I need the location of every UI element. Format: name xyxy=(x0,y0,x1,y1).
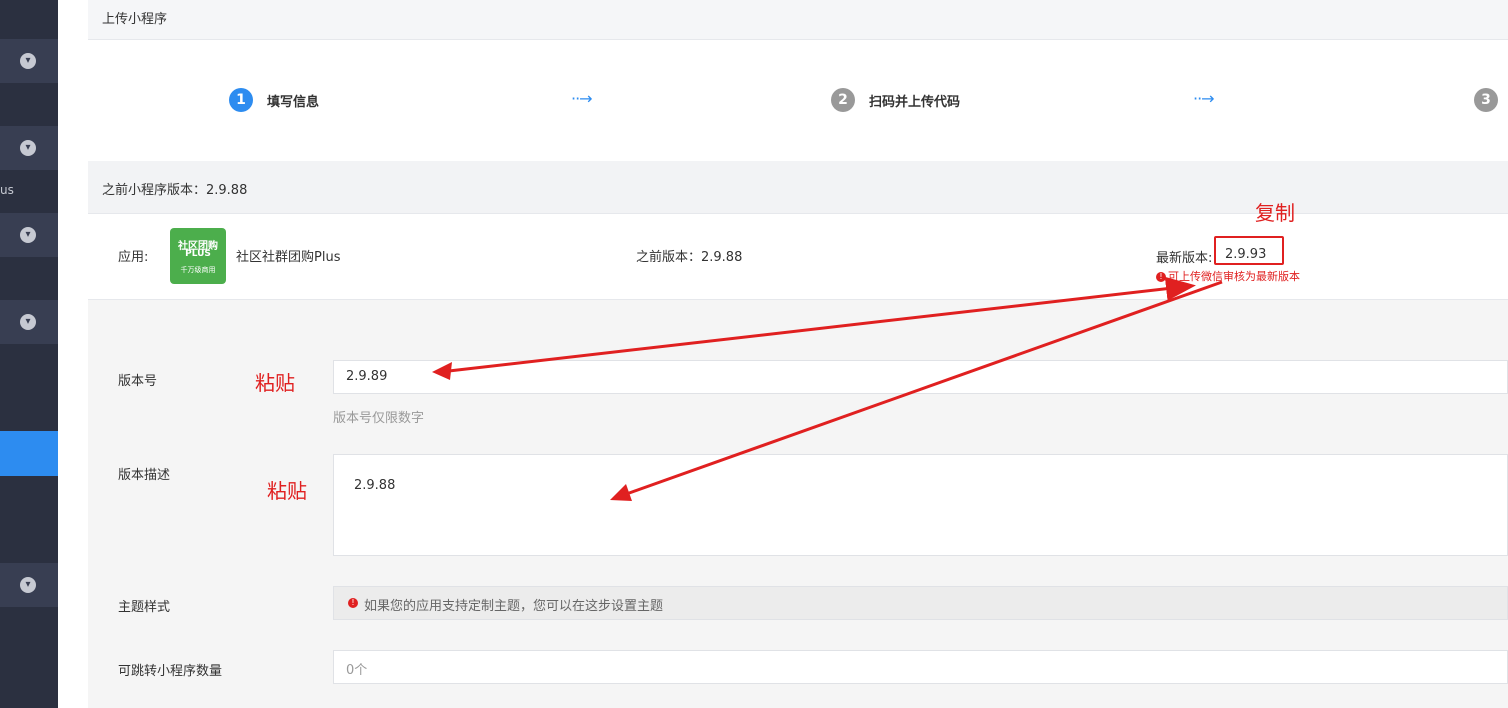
chevron-down-icon[interactable]: ▾ xyxy=(20,227,36,243)
latest-version-label: 最新版本: xyxy=(1156,251,1213,266)
upload-form: 版本号 2.9.89 版本号仅限数字 版本描述 2.9.88 主题样式 ! 如果… xyxy=(88,300,1508,708)
latest-version-note-text: 可上传微信审核为最新版本 xyxy=(1168,270,1300,283)
latest-version-value[interactable]: 2.9.93 xyxy=(1225,247,1266,262)
sidebar-group-1[interactable]: ▾ xyxy=(0,39,58,83)
theme-notice-text: 如果您的应用支持定制主题，您可以在这步设置主题 xyxy=(364,599,664,614)
annotation-paste-2: 粘贴 xyxy=(267,479,307,503)
step-1-number: 1 xyxy=(229,88,253,112)
step-2-number: 2 xyxy=(831,88,855,112)
warning-icon: ! xyxy=(1156,272,1166,282)
chevron-down-icon[interactable]: ▾ xyxy=(20,577,36,593)
app-logo-line3: 千万级商用 xyxy=(180,266,216,274)
main-content: 上传小程序 1 填写信息 ··→ 2 扫码并上传代码 ··→ 3 之前小程序版本… xyxy=(88,0,1508,708)
chevron-down-icon[interactable]: ▾ xyxy=(20,140,36,156)
latest-version-note: ! 可上传微信审核为最新版本 xyxy=(1156,268,1300,284)
previous-version-text: 之前小程序版本：2.9.88 xyxy=(102,183,248,198)
annotation-paste-1: 粘贴 xyxy=(255,371,295,395)
sidebar-clipped-text: us xyxy=(0,183,14,197)
annotation-copy: 复制 xyxy=(1255,201,1295,225)
app-logo: 社区团购 PLUS 千万级商用 xyxy=(170,228,226,284)
sidebar: ▾ ▾ us ▾ ▾ ▾ xyxy=(0,0,58,708)
app-info-row: 应用: 社区团购 PLUS 千万级商用 社区社群团购Plus 之前版本：2.9.… xyxy=(88,214,1508,300)
theme-label: 主题样式 xyxy=(118,600,171,615)
description-value: 2.9.88 xyxy=(354,478,396,493)
warning-icon: ! xyxy=(348,598,358,608)
version-input-value: 2.9.89 xyxy=(346,369,388,384)
theme-notice: ! 如果您的应用支持定制主题，您可以在这步设置主题 xyxy=(333,586,1508,620)
jump-count-label: 可跳转小程序数量 xyxy=(118,664,223,679)
sidebar-group-3[interactable]: ▾ xyxy=(0,213,58,257)
step-arrow-icon: ··→ xyxy=(1193,89,1215,108)
version-hint: 版本号仅限数字 xyxy=(333,411,425,426)
app-label: 应用: xyxy=(118,250,149,265)
chevron-down-icon[interactable]: ▾ xyxy=(20,53,36,69)
step-2-label: 扫码并上传代码 xyxy=(869,95,961,110)
previous-version-bar: 之前小程序版本：2.9.88 xyxy=(88,161,1508,214)
step-1-label: 填写信息 xyxy=(267,95,320,110)
sidebar-group-2[interactable]: ▾ xyxy=(0,126,58,170)
sidebar-group-4[interactable]: ▾ xyxy=(0,300,58,344)
app-logo-line2: PLUS xyxy=(185,249,211,259)
sidebar-group-5[interactable]: ▾ xyxy=(0,563,58,607)
description-label: 版本描述 xyxy=(118,468,171,483)
app-name: 社区社群团购Plus xyxy=(236,250,341,265)
jump-count-value: 0个 xyxy=(346,663,368,678)
jump-count-input[interactable]: 0个 xyxy=(333,650,1508,684)
chevron-down-icon[interactable]: ▾ xyxy=(20,314,36,330)
version-label: 版本号 xyxy=(118,374,158,389)
step-3-number: 3 xyxy=(1474,88,1498,112)
step-indicator: 1 填写信息 ··→ 2 扫码并上传代码 ··→ 3 xyxy=(88,40,1508,160)
page-title: 上传小程序 xyxy=(102,12,168,27)
sidebar-item-active[interactable] xyxy=(0,431,58,476)
breadcrumb: 上传小程序 xyxy=(88,0,1508,40)
app-previous-version: 之前版本：2.9.88 xyxy=(636,250,743,265)
version-input[interactable]: 2.9.89 xyxy=(333,360,1508,394)
description-textarea[interactable]: 2.9.88 xyxy=(333,454,1508,556)
step-arrow-icon: ··→ xyxy=(571,89,593,108)
